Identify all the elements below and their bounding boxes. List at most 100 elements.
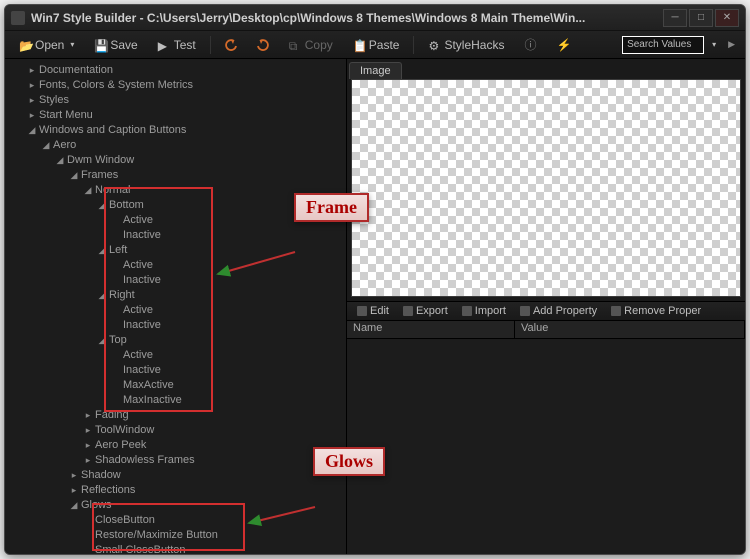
tree-node[interactable]: Inactive bbox=[5, 363, 346, 378]
tree-node[interactable]: ◢Aero bbox=[5, 138, 346, 153]
export-button[interactable]: Export bbox=[397, 302, 454, 320]
arrow-down-icon: ◢ bbox=[97, 288, 107, 303]
test-button[interactable]: ▶Test bbox=[150, 34, 204, 56]
tree-label: Dwm Window bbox=[67, 153, 134, 168]
tree-node[interactable]: ◢Top bbox=[5, 333, 346, 348]
import-button[interactable]: Import bbox=[456, 302, 512, 320]
undo-icon bbox=[225, 39, 237, 51]
arrow-right-icon: ▸ bbox=[27, 93, 37, 108]
arrow-down-icon: ◢ bbox=[69, 168, 79, 183]
tree-label: Shadow bbox=[81, 468, 121, 483]
tree-node[interactable]: Active bbox=[5, 348, 346, 363]
tree-node[interactable]: ◢Glows bbox=[5, 498, 346, 513]
arrow-right-icon: ▸ bbox=[27, 108, 37, 123]
tree-node[interactable]: ◢Windows and Caption Buttons bbox=[5, 123, 346, 138]
import-icon bbox=[462, 306, 472, 316]
navigation-tree[interactable]: ▸Documentation▸Fonts, Colors & System Me… bbox=[5, 59, 346, 554]
tree-node[interactable]: MaxInactive bbox=[5, 393, 346, 408]
tree-node[interactable]: ◢Frames bbox=[5, 168, 346, 183]
tree-node[interactable]: ▸Start Menu bbox=[5, 108, 346, 123]
disk-icon: 💾 bbox=[94, 39, 106, 51]
tree-node[interactable]: ◢Left bbox=[5, 243, 346, 258]
search-dropdown[interactable]: ▾ bbox=[708, 34, 720, 56]
tree-node[interactable]: ▸ToolWindow bbox=[5, 423, 346, 438]
tree-label: Small CloseButton bbox=[95, 543, 186, 554]
tree-label: Bottom bbox=[109, 198, 144, 213]
search-input[interactable] bbox=[622, 36, 704, 54]
tree-node[interactable]: ▸Fading bbox=[5, 408, 346, 423]
search-next[interactable]: ▶ bbox=[724, 34, 739, 56]
tree-node[interactable]: Restore/Maximize Button bbox=[5, 528, 346, 543]
open-button[interactable]: 📂Open▾ bbox=[11, 34, 82, 56]
tree-node[interactable]: ▸Styles bbox=[5, 93, 346, 108]
tree-node[interactable]: ▸Documentation bbox=[5, 63, 346, 78]
property-grid-header: Name Value bbox=[347, 321, 745, 339]
tree-label: Active bbox=[123, 258, 153, 273]
image-tab-row: Image bbox=[347, 59, 745, 79]
tree-label: Aero Peek bbox=[95, 438, 146, 453]
tree-label: Active bbox=[123, 213, 153, 228]
tree-node[interactable]: ▸Reflections bbox=[5, 483, 346, 498]
save-button[interactable]: 💾Save bbox=[86, 34, 145, 56]
tree-node[interactable]: Active bbox=[5, 258, 346, 273]
arrow-right-icon: ▸ bbox=[69, 483, 79, 498]
tree-node[interactable]: Active bbox=[5, 213, 346, 228]
tree-node[interactable]: MaxActive bbox=[5, 378, 346, 393]
remove-property-button[interactable]: Remove Proper bbox=[605, 302, 707, 320]
image-tab[interactable]: Image bbox=[349, 62, 402, 79]
wand-icon: ⚙ bbox=[428, 39, 440, 51]
tree-node[interactable]: ▸Shadow bbox=[5, 468, 346, 483]
paste-button[interactable]: 📋Paste bbox=[345, 34, 408, 56]
tree-node[interactable]: Small CloseButton bbox=[5, 543, 346, 554]
tree-label: Active bbox=[123, 348, 153, 363]
tree-node[interactable]: ▸Aero Peek bbox=[5, 438, 346, 453]
copy-button[interactable]: ⧉Copy bbox=[281, 34, 341, 56]
arrow-right-icon: ▸ bbox=[69, 468, 79, 483]
titlebar[interactable]: Win7 Style Builder - C:\Users\Jerry\Desk… bbox=[5, 5, 745, 31]
arrow-right-icon: ▸ bbox=[83, 408, 93, 423]
export-icon bbox=[403, 306, 413, 316]
tree-node[interactable]: ▸Shadowless Frames bbox=[5, 453, 346, 468]
tree-node[interactable]: ◢Normal bbox=[5, 183, 346, 198]
tree-label: Right bbox=[109, 288, 135, 303]
tree-node[interactable]: Active bbox=[5, 303, 346, 318]
redo-button[interactable] bbox=[249, 34, 277, 56]
add-property-button[interactable]: Add Property bbox=[514, 302, 603, 320]
tree-panel: ▸Documentation▸Fonts, Colors & System Me… bbox=[5, 59, 347, 554]
property-toolbar: Edit Export Import Add Property Remove P… bbox=[347, 301, 745, 321]
arrow-right-icon: ▸ bbox=[27, 63, 37, 78]
tree-label: Frames bbox=[81, 168, 118, 183]
tree-node[interactable]: Inactive bbox=[5, 228, 346, 243]
stylehacks-button[interactable]: ⚙StyleHacks bbox=[420, 34, 512, 56]
maximize-button[interactable]: □ bbox=[689, 9, 713, 27]
window-title: Win7 Style Builder - C:\Users\Jerry\Desk… bbox=[31, 11, 661, 25]
arrow-down-icon: ◢ bbox=[69, 498, 79, 513]
settings-button[interactable]: ⚡ bbox=[549, 34, 580, 56]
undo-button[interactable] bbox=[217, 34, 245, 56]
tree-node[interactable]: Inactive bbox=[5, 273, 346, 288]
arrow-down-icon: ◢ bbox=[55, 153, 65, 168]
close-button[interactable]: ✕ bbox=[715, 9, 739, 27]
tree-node[interactable]: ◢Right bbox=[5, 288, 346, 303]
property-grid-body[interactable] bbox=[347, 339, 745, 555]
info-button[interactable]: ⓘ bbox=[516, 34, 544, 56]
tree-label: ToolWindow bbox=[95, 423, 154, 438]
x-icon bbox=[611, 306, 621, 316]
image-preview[interactable] bbox=[351, 79, 741, 297]
redo-icon bbox=[257, 39, 269, 51]
tree-label: MaxInactive bbox=[123, 393, 182, 408]
gear-icon: ⚡ bbox=[557, 38, 572, 52]
tree-node[interactable]: Inactive bbox=[5, 318, 346, 333]
tree-node[interactable]: CloseButton bbox=[5, 513, 346, 528]
minimize-button[interactable]: ─ bbox=[663, 9, 687, 27]
tree-node[interactable]: ◢Dwm Window bbox=[5, 153, 346, 168]
main-toolbar: 📂Open▾ 💾Save ▶Test ⧉Copy 📋Paste ⚙StyleHa… bbox=[5, 31, 745, 59]
tree-node[interactable]: ◢Bottom bbox=[5, 198, 346, 213]
copy-icon: ⧉ bbox=[289, 39, 301, 51]
arrow-right-icon: ▸ bbox=[83, 453, 93, 468]
tree-label: Documentation bbox=[39, 63, 113, 78]
col-value[interactable]: Value bbox=[515, 321, 745, 338]
edit-button[interactable]: Edit bbox=[351, 302, 395, 320]
tree-node[interactable]: ▸Fonts, Colors & System Metrics bbox=[5, 78, 346, 93]
col-name[interactable]: Name bbox=[347, 321, 515, 338]
